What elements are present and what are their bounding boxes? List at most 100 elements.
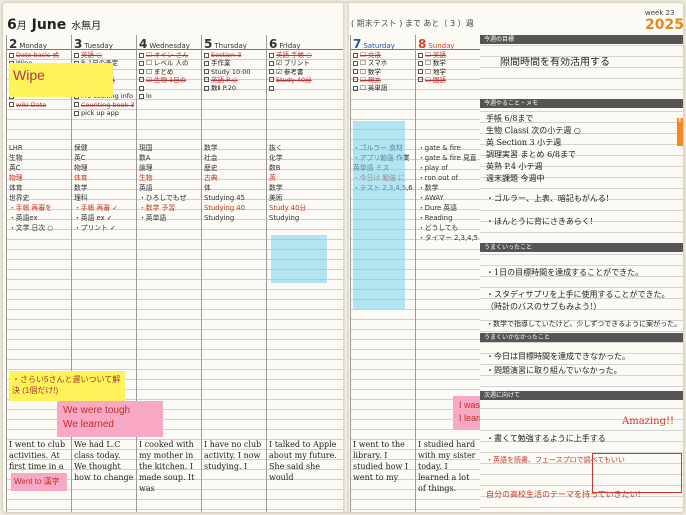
todo-item[interactable]: lo: [139, 92, 199, 100]
todo-item[interactable]: ☐ 地学: [418, 68, 478, 76]
todo-item[interactable]: Study 10:00: [204, 68, 264, 76]
page-gutter: [343, 3, 349, 512]
schedule-notes: ・gate & fire ・gate & fire 見直し ・play of ・ron…: [418, 143, 478, 243]
checkbox-icon[interactable]: [204, 85, 209, 91]
checkbox-icon[interactable]: [353, 60, 358, 66]
todo-item[interactable]: wiki Date: [9, 101, 69, 109]
checkbox-icon[interactable]: [74, 52, 79, 58]
checkbox-icon[interactable]: [353, 77, 358, 83]
todo-list: Section 3 手作業 Study 10:00 英語 P ○ 数Ⅱ P.20: [202, 50, 266, 93]
todo-text: ☐ まとめ: [146, 67, 174, 76]
todo-item[interactable]: ☐ オイン さん: [139, 51, 199, 59]
todo-text: Date basic 式: [16, 51, 60, 59]
todo-item[interactable]: ☐ 数学: [353, 68, 413, 76]
checkbox-icon[interactable]: [139, 60, 144, 66]
checkbox-icon[interactable]: [269, 60, 274, 66]
checkbox-icon[interactable]: [139, 69, 144, 75]
checkbox-icon[interactable]: [353, 85, 358, 91]
todo-item[interactable]: ☑ 生物 1日の: [139, 76, 199, 84]
todo-item[interactable]: ☑ 参考書: [269, 68, 341, 76]
schedule-line: 数A: [139, 154, 151, 162]
checkbox-icon[interactable]: [139, 85, 144, 91]
section-tasks: 今週やること・メモ: [480, 99, 683, 108]
todo-item[interactable]: ☐ 文法: [353, 51, 413, 59]
todo-item[interactable]: [269, 84, 341, 92]
todo-item[interactable]: Section 3: [204, 51, 264, 59]
weeks-suffix: ）週: [457, 19, 474, 28]
todo-item[interactable]: ☐ 英単語: [353, 84, 413, 92]
checkbox-icon[interactable]: [9, 52, 14, 58]
todo-list: ☐ オイン さん ☐ レベル 人の ☐ まとめ ☑ 生物 1日の lo: [137, 50, 201, 102]
checkbox-icon[interactable]: [139, 52, 144, 58]
todo-item[interactable]: 英語 手帳 ○: [269, 51, 341, 59]
day-number: 3: [74, 37, 83, 50]
english-diary: I have no club activity. I now studying.…: [204, 440, 262, 471]
day-column: 5 Thursday Section 3 手作業 Study 10:00 英語 P ○ 数Ⅱ…: [201, 35, 266, 512]
todo-item[interactable]: ☑ プリント: [269, 59, 341, 67]
schedule-line: ・AWAY: [418, 194, 444, 202]
checkbox-icon[interactable]: [204, 52, 209, 58]
checkbox-icon[interactable]: [269, 85, 274, 91]
checkbox-icon[interactable]: [74, 102, 79, 108]
schedule-line: 抜く: [269, 144, 283, 152]
highlight-blue-2: [271, 235, 327, 283]
checkbox-icon[interactable]: [9, 102, 14, 108]
todo-item[interactable]: ☐ 現文: [353, 76, 413, 84]
todo-item[interactable]: ☐ スマホ: [353, 59, 413, 67]
checkbox-icon[interactable]: [139, 93, 144, 99]
schedule-line: 数学: [74, 184, 88, 192]
todo-item[interactable]: [139, 84, 199, 92]
checkbox-icon[interactable]: [204, 77, 209, 83]
day-header: 5 Thursday: [202, 35, 266, 50]
checkbox-icon[interactable]: [418, 69, 423, 75]
weekly-goal-text: 隙間時間を有効活用する: [500, 57, 610, 68]
todo-item[interactable]: ☐ レベル 人の: [139, 59, 199, 67]
checkbox-icon[interactable]: [269, 52, 274, 58]
schedule-line: ・プリント ✓: [74, 224, 116, 232]
todo-item[interactable]: Date basic 式: [9, 51, 69, 59]
checkbox-icon[interactable]: [269, 77, 274, 83]
checkbox-icon[interactable]: [204, 60, 209, 66]
month-header: 6月 June 水無月: [7, 17, 101, 33]
day-column: 4 Wednesday ☐ オイン さん ☐ レベル 人の ☐ まとめ ☑ 生物 1日の l…: [136, 35, 201, 512]
schedule-line: ・英語 ex ✓: [74, 214, 113, 222]
todo-item[interactable]: Counting book 3 ☑: [74, 101, 134, 109]
schedule-line: 社会: [204, 154, 218, 162]
todo-text: ☐ オイン さん: [146, 51, 189, 59]
schedule-notes: 抜く 化学 数B 英数学 美術 Study 40分 Studying: [269, 143, 341, 223]
schedule-line: ・数学: [418, 184, 439, 192]
sticky-note-yellow: ・さらい5さんと遅いついて解決 (1個だけ!): [9, 371, 125, 401]
todo-item[interactable]: ☐ まとめ: [139, 68, 199, 76]
checkbox-icon[interactable]: [353, 69, 358, 75]
todo-item[interactable]: ☐ 数学: [418, 59, 478, 67]
checkbox-icon[interactable]: [269, 69, 274, 75]
checkbox-icon[interactable]: [418, 60, 423, 66]
checkbox-icon[interactable]: [418, 52, 423, 58]
english-diary: I went to club activities. At first time…: [9, 440, 66, 471]
sticky-we-tough-text: We were tough: [63, 405, 131, 416]
todo-item[interactable]: 英語 ○: [74, 51, 134, 59]
sticky-note-we-tough: We were tough We learned: [57, 401, 163, 437]
todo-item[interactable]: ☐ 国語: [418, 76, 478, 84]
todo-item[interactable]: ☐ 英語: [418, 51, 478, 59]
year-label: 2025: [645, 17, 683, 33]
section-good: うまくいったこと: [480, 243, 683, 252]
checkbox-icon[interactable]: [204, 69, 209, 75]
todo-item[interactable]: 手作業: [204, 59, 264, 67]
todo-item[interactable]: pick up app: [74, 109, 134, 117]
day-column: 8 Sunday ☐ 英語 ☐ 数学 ☐ 地学 ☐ 国語 ・gate & fire ・gate…: [415, 35, 480, 512]
schedule-line: ・数学 予習: [139, 204, 176, 212]
schedule-line: LHR: [9, 144, 23, 152]
checkbox-icon[interactable]: [139, 77, 144, 83]
todo-item[interactable]: 英語 P ○: [204, 76, 264, 84]
month-tab[interactable]: 6: [677, 118, 683, 146]
todo-item[interactable]: Study 40分: [269, 76, 341, 84]
red-comment-box: [592, 453, 682, 493]
checkbox-icon[interactable]: [353, 52, 358, 58]
task-item: 週末課題 今週中: [486, 174, 545, 183]
sticky-we-learned-text: We learned: [63, 419, 114, 430]
checkbox-icon[interactable]: [418, 77, 423, 83]
schedule-line: Studying 40: [204, 204, 245, 212]
todo-item[interactable]: 数Ⅱ P.20: [204, 84, 264, 92]
checkbox-icon[interactable]: [74, 110, 79, 116]
